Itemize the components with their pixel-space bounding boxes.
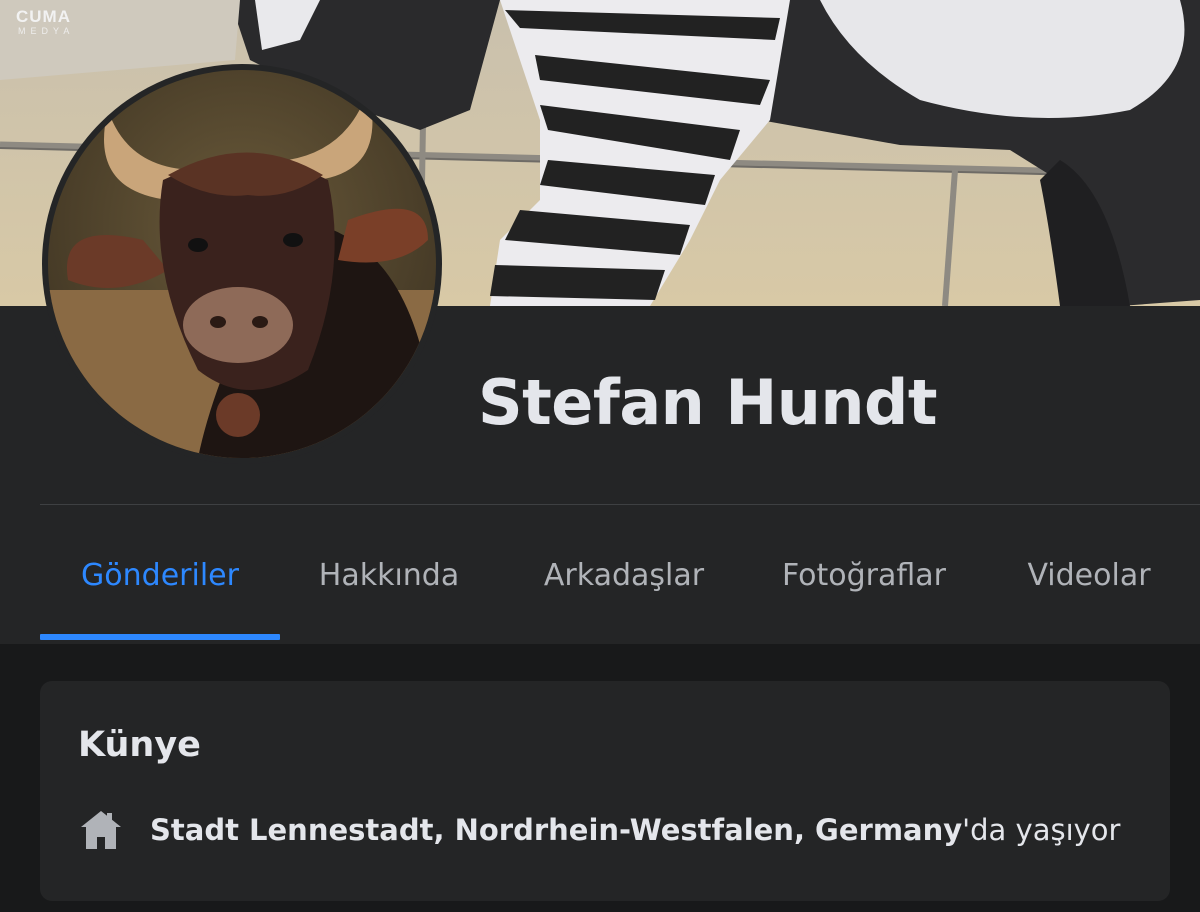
- watermark-line-1: CUMA: [16, 7, 71, 26]
- bull-avatar-image: [48, 70, 436, 458]
- profile-name: Stefan Hundt: [478, 366, 938, 439]
- tab-photos[interactable]: Fotoğraflar: [750, 520, 978, 630]
- tab-posts[interactable]: Gönderiler: [40, 520, 280, 640]
- watermark-line-2: MEDYA: [18, 26, 75, 36]
- tab-friends[interactable]: Arkadaşlar: [498, 520, 750, 630]
- intro-location-suffix: 'da yaşıyor: [962, 813, 1121, 847]
- intro-location-text: Stadt Lennestadt, Nordrhein-Westfalen, G…: [150, 813, 1120, 847]
- watermark-logo: CUMA MEDYA: [16, 8, 74, 36]
- intro-card: Künye Stadt Lennestadt, Nordrhein-Westfa…: [40, 681, 1170, 901]
- intro-title: Künye: [78, 725, 201, 765]
- header-divider: [40, 504, 1200, 505]
- intro-location-row: Stadt Lennestadt, Nordrhein-Westfalen, G…: [78, 807, 1120, 853]
- tab-videos[interactable]: Videolar: [978, 520, 1200, 630]
- profile-tabs: Gönderiler Hakkında Arkadaşlar Fotoğrafl…: [40, 520, 1200, 644]
- intro-location-link[interactable]: Stadt Lennestadt, Nordrhein-Westfalen, G…: [150, 813, 962, 847]
- tab-about[interactable]: Hakkında: [280, 520, 498, 630]
- profile-avatar[interactable]: [42, 64, 442, 464]
- home-icon: [81, 811, 121, 849]
